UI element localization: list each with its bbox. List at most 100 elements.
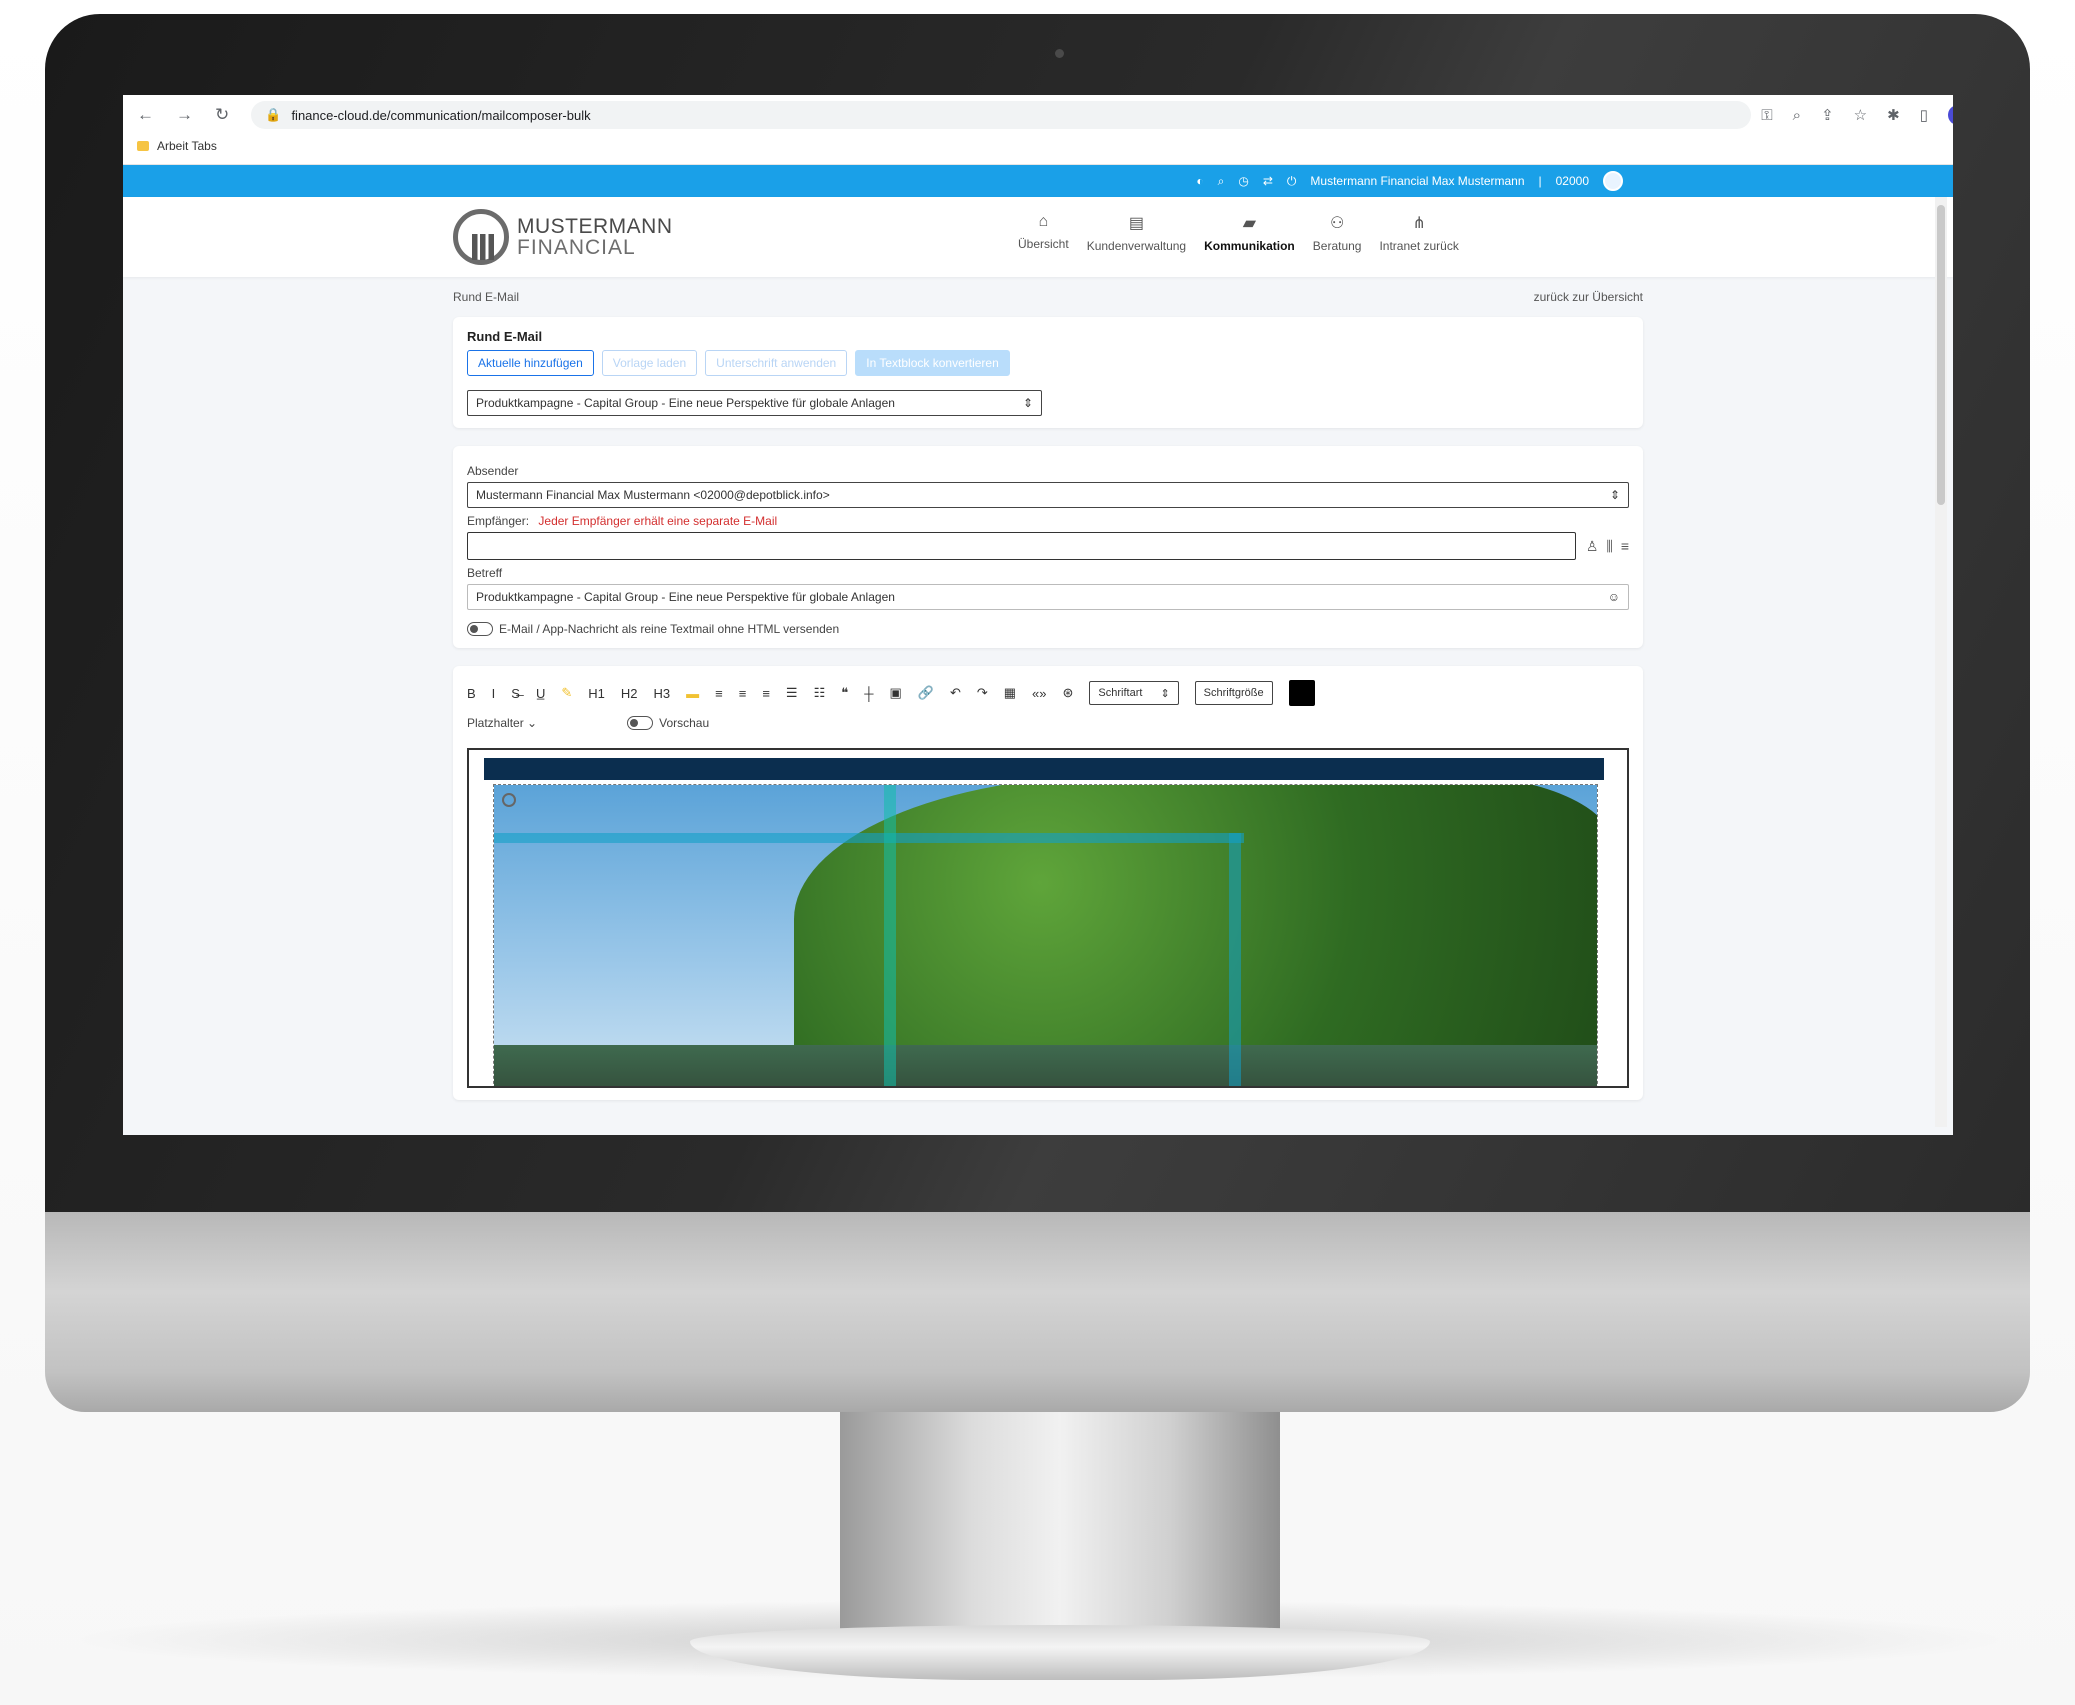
power-icon[interactable]: ⏻ [1287, 174, 1297, 189]
network-icon: ⋔ [1412, 215, 1426, 232]
page-content: Rund E-Mail zurück zur Übersicht Rund E-… [453, 277, 1643, 1118]
heading3-icon[interactable]: H3 [654, 686, 671, 701]
recipients-row: ♙ ⫼ ≡ [467, 532, 1629, 560]
browser-nav-row: ← → ↻ 🔒 finance-cloud.de/communication/m… [123, 95, 1953, 135]
user-avatar[interactable] [1603, 171, 1623, 191]
reload-icon[interactable]: ↻ [215, 105, 229, 125]
subject-value: Produktkampagne - Capital Group - Eine n… [476, 590, 895, 604]
convert-textblock-button[interactable]: In Textblock konvertieren [855, 350, 1010, 376]
campaign-buttons: Aktuelle hinzufügen Vorlage laden Unters… [467, 350, 1629, 376]
underline-icon[interactable]: U̲ [536, 686, 545, 701]
heading1-icon[interactable]: H1 [588, 686, 605, 701]
table-icon[interactable]: ▦ [1004, 685, 1016, 701]
clock-icon[interactable]: ◷ [1238, 174, 1248, 189]
key-icon[interactable]: ⚿ [1761, 107, 1772, 124]
gear-icon[interactable] [502, 793, 516, 807]
strikethrough-icon[interactable]: S̶ [511, 686, 520, 701]
indent-icons[interactable]: «» [1032, 686, 1046, 701]
campaign-card: Rund E-Mail Aktuelle hinzufügen Vorlage … [453, 317, 1643, 428]
home-icon: ⌂ [1038, 213, 1049, 230]
mangrove-image[interactable] [493, 784, 1598, 1086]
back-arrow-icon[interactable]: ← [137, 105, 154, 125]
emoji-icon[interactable]: ☺ [1608, 590, 1620, 604]
search-icon[interactable]: ⌕ [1793, 107, 1801, 124]
profile-avatar[interactable] [1947, 105, 1953, 125]
bold-icon[interactable]: B [467, 686, 476, 701]
sidebar-icon[interactable]: ▯ [1920, 106, 1928, 124]
campaign-select[interactable]: Produktkampagne - Capital Group - Eine n… [467, 390, 1042, 416]
align-center-icon[interactable]: ≡ [739, 686, 747, 701]
nav-item-beratung[interactable]: ⚇ Beratung [1313, 213, 1362, 253]
card-title: Rund E-Mail [467, 329, 543, 344]
address-url: finance-cloud.de/communication/mailcompo… [291, 107, 591, 123]
align-left-icon[interactable]: ≡ [715, 686, 723, 701]
preview-toggle-row: Vorschau [627, 716, 709, 730]
divider-icon[interactable]: ┼ [864, 686, 873, 701]
browser-actions: ⚿ ⌕ ⇪ ☆ ✱ ▯ ⋮ [1761, 105, 1953, 125]
code-icon[interactable]: ⊛ [1063, 685, 1074, 701]
chevron-down-icon: ⌄ [527, 716, 538, 730]
extension-icon[interactable]: ✱ [1887, 106, 1900, 124]
folder-icon [137, 141, 149, 151]
browser-nav-buttons: ← → ↻ [137, 105, 229, 125]
list-icon: ▤ [1128, 215, 1144, 232]
preview-toggle[interactable] [627, 716, 654, 730]
add-current-button[interactable]: Aktuelle hinzufügen [467, 350, 594, 376]
bullet-list-icon[interactable]: ☰ [786, 685, 798, 701]
campaign-select-value: Produktkampagne - Capital Group - Eine n… [476, 396, 895, 410]
nav-item-uebersicht[interactable]: ⌂ Übersicht [1018, 213, 1069, 253]
select-arrow-icon: ⇕ [1022, 396, 1033, 410]
email-header-band [484, 758, 1604, 780]
nav-label: Intranet zurück [1379, 239, 1459, 253]
apply-signature-button[interactable]: Unterschrift anwenden [705, 350, 848, 376]
search-icon[interactable]: ⌕ [1218, 174, 1225, 189]
address-bar[interactable]: 🔒 finance-cloud.de/communication/mailcom… [251, 101, 1752, 129]
font-family-select[interactable]: Schriftart ⇕ [1089, 681, 1179, 705]
heading2-icon[interactable]: H2 [621, 686, 638, 701]
person-icon[interactable]: ♙ [1586, 538, 1599, 555]
sender-select[interactable]: Mustermann Financial Max Mustermann <020… [467, 482, 1629, 508]
sync-icon[interactable]: ⇄ [1263, 174, 1273, 189]
star-icon[interactable]: ☆ [1854, 106, 1867, 124]
app-header: MUSTERMANN FINANCIAL ⌂ Übersicht ▤ Kunde… [123, 197, 1953, 277]
font-size-select[interactable]: Schriftgröße [1194, 681, 1273, 705]
italic-icon[interactable]: I [492, 686, 496, 701]
plaintext-toggle[interactable] [467, 622, 493, 636]
align-right-icon[interactable]: ≡ [762, 686, 770, 701]
monitor-stand [840, 1400, 1280, 1640]
image-icon[interactable]: ▣ [889, 685, 901, 701]
browser-chrome: ← → ↻ 🔒 finance-cloud.de/communication/m… [123, 95, 1953, 165]
nav-item-intranet[interactable]: ⋔ Intranet zurück [1379, 213, 1458, 253]
list-icon[interactable]: ≡ [1621, 538, 1629, 555]
bookmark-label: Arbeit Tabs [157, 139, 217, 153]
status-bar-icons: ◐ ⌕ ◷ ⇄ ⏻ [1196, 174, 1296, 189]
marker-icon[interactable]: ▬ [686, 686, 699, 701]
recipients-input[interactable] [467, 532, 1576, 560]
placeholder-dropdown[interactable]: Platzhalter ⌄ [467, 716, 537, 730]
forward-arrow-icon[interactable]: → [176, 105, 193, 125]
monitor-chin [45, 1212, 2030, 1412]
text-color-swatch[interactable] [1288, 680, 1315, 706]
redo-icon[interactable]: ↷ [977, 685, 988, 701]
toggle-icon[interactable]: ◐ [1196, 174, 1203, 189]
subject-input[interactable]: Produktkampagne - Capital Group - Eine n… [467, 584, 1629, 610]
separator: | [1538, 174, 1542, 188]
page-scrollbar-thumb[interactable] [1937, 205, 1945, 505]
email-editor-canvas[interactable] [467, 748, 1629, 1088]
share-icon[interactable]: ⇪ [1821, 106, 1834, 124]
undo-icon[interactable]: ↶ [950, 685, 961, 701]
people-icon: ⚇ [1329, 215, 1345, 232]
link-icon[interactable]: 🔗 [918, 685, 934, 701]
load-template-button[interactable]: Vorlage laden [601, 350, 698, 376]
back-to-overview-link[interactable]: zurück zur Übersicht [1534, 290, 1643, 304]
lock-icon: 🔒 [265, 107, 282, 122]
bookmark-bar-item[interactable]: Arbeit Tabs [137, 139, 217, 153]
numbered-list-icon[interactable]: ☷ [814, 685, 826, 701]
nav-item-kommunikation[interactable]: ▰ Kommunikation [1204, 213, 1295, 253]
company-logo[interactable]: MUSTERMANN FINANCIAL [453, 209, 673, 265]
quote-icon[interactable]: ❝ [841, 685, 848, 701]
highlight-icon[interactable]: ✎ [561, 685, 572, 701]
plaintext-toggle-label: E-Mail / App-Nachricht als reine Textmai… [499, 622, 840, 636]
nav-item-kundenverwaltung[interactable]: ▤ Kundenverwaltung [1087, 213, 1186, 253]
columns-icon[interactable]: ⫼ [1606, 538, 1612, 555]
